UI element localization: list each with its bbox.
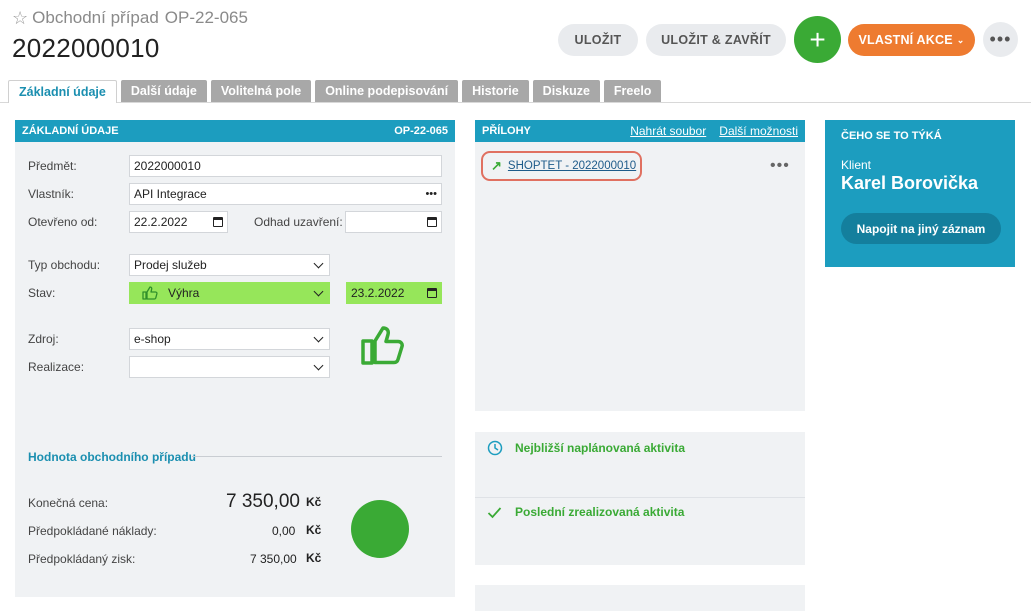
custom-action-label: VLASTNÍ AKCE [858,33,953,47]
subject-value: 2022000010 [134,159,201,173]
won-thumbs-up-icon [361,326,404,365]
type-value: Prodej služeb [134,258,207,272]
value-section-title: Hodnota obchodního případu [28,450,196,464]
costs-value: 0,00 [272,524,296,538]
attachment-more-icon[interactable]: ••• [770,157,790,175]
related-title: ČEHO SE TO TÝKÁ [841,130,942,142]
costs-currency: Kč [306,523,322,537]
tab-more-data[interactable]: Další údaje [120,80,207,102]
add-button[interactable]: + [794,16,841,63]
last-activity-title[interactable]: Poslední zrealizovaná aktivita [515,505,684,519]
attachments-title: PŘÍLOHY [482,125,531,137]
basic-data-title: ZÁKLADNÍ ÚDAJE [22,125,119,137]
value-section-divider [192,456,442,457]
chevron-down-icon [313,360,324,370]
tab-freelo[interactable]: Freelo [603,80,662,102]
attachments-header: PŘÍLOHY Nahrát soubor Další možnosti [475,120,805,142]
save-close-button[interactable]: ULOŽIT & ZAVŘÍT [646,24,786,56]
profit-label: Předpokládaný zisk: [28,552,136,566]
profit-status-indicator [351,500,409,558]
final-price-label: Konečná cena: [28,496,109,510]
bottom-panel [475,585,805,611]
close-estimate-label: Odhad uzavření: [254,215,343,229]
plus-icon: + [809,23,826,55]
check-icon [487,507,502,519]
tab-optional-fields[interactable]: Volitelná pole [210,80,312,102]
basic-data-header: ZÁKLADNÍ ÚDAJE OP-22-065 [15,120,455,142]
subject-field[interactable]: 2022000010 [129,155,442,177]
record-type-header: ☆ Obchodní případ OP-22-065 [12,8,248,28]
upload-file-link[interactable]: Nahrát soubor [630,124,706,138]
more-icon: ••• [989,29,1012,49]
related-card: ČEHO SE TO TÝKÁ Klient Karel Borovička N… [825,120,1015,267]
state-value: Výhra [168,286,200,300]
link-record-button[interactable]: Napojit na jiný záznam [841,213,1001,244]
opened-date-field[interactable]: 22.2.2022 [129,211,228,233]
opened-date-value: 22.2.2022 [134,215,188,229]
record-code: OP-22-065 [164,8,248,27]
chevron-down-icon [313,258,324,268]
close-estimate-field[interactable] [345,211,442,233]
profit-value: 7 350,00 [250,552,297,566]
final-price-value: 7 350,00 [226,491,300,512]
realization-select[interactable] [129,356,330,378]
profit-currency: Kč [306,551,322,565]
type-label: Typ obchodu: [28,258,101,272]
final-price-currency: Kč [306,495,322,509]
state-date-value: 23.2.2022 [351,286,405,300]
clock-icon [487,440,503,456]
owner-value: API Integrace [134,187,207,201]
source-value: e-shop [134,332,171,346]
source-select[interactable]: e-shop [129,328,330,350]
more-options-button[interactable]: ••• [983,22,1018,57]
attachment-item[interactable]: ↗ SHOPTET - 2022000010 [481,151,642,181]
state-date-field[interactable]: 23.2.2022 [346,282,442,304]
tab-history[interactable]: Historie [462,80,529,102]
next-activity-title[interactable]: Nejbližší naplánovaná aktivita [515,441,685,455]
type-select[interactable]: Prodej služeb [129,254,330,276]
thumbs-up-icon [142,286,158,300]
activities-divider [475,497,805,498]
basic-data-code: OP-22-065 [394,125,448,137]
chevron-down-icon [313,332,324,342]
save-button[interactable]: ULOŽIT [558,24,638,56]
chevron-down-icon [313,286,324,296]
calendar-icon[interactable] [427,217,437,227]
record-type-label: Obchodní případ [32,8,159,27]
attachment-link[interactable]: SHOPTET - 2022000010 [508,160,636,172]
calendar-icon[interactable] [213,217,223,227]
calendar-icon[interactable] [427,288,437,298]
source-label: Zdroj: [28,332,59,346]
subject-label: Předmět: [28,159,77,173]
star-icon[interactable]: ☆ [12,9,28,27]
opened-label: Otevřeno od: [28,215,98,229]
costs-label: Předpokládané náklady: [28,524,157,538]
chevron-down-icon: ⌄ [956,34,965,45]
more-options-link[interactable]: Další možnosti [719,124,798,138]
page-title: 2022000010 [12,33,160,63]
realization-label: Realizace: [28,360,85,374]
owner-label: Vlastník: [28,187,75,201]
tab-bar: Základní údaje Další údaje Volitelná pol… [8,80,665,103]
custom-action-button[interactable]: VLASTNÍ AKCE ⌄ [848,24,975,56]
owner-more-icon[interactable]: ••• [425,188,437,200]
tab-online-signing[interactable]: Online podepisování [315,80,459,102]
client-name[interactable]: Karel Borovička [841,173,978,194]
state-select[interactable]: Výhra [129,282,330,304]
client-label: Klient [841,158,872,172]
tab-basic[interactable]: Základní údaje [8,80,117,103]
state-label: Stav: [28,286,56,300]
owner-field[interactable]: API Integrace ••• [129,183,442,205]
external-link-icon: ↗ [491,158,502,173]
tab-discussion[interactable]: Diskuze [532,80,600,102]
